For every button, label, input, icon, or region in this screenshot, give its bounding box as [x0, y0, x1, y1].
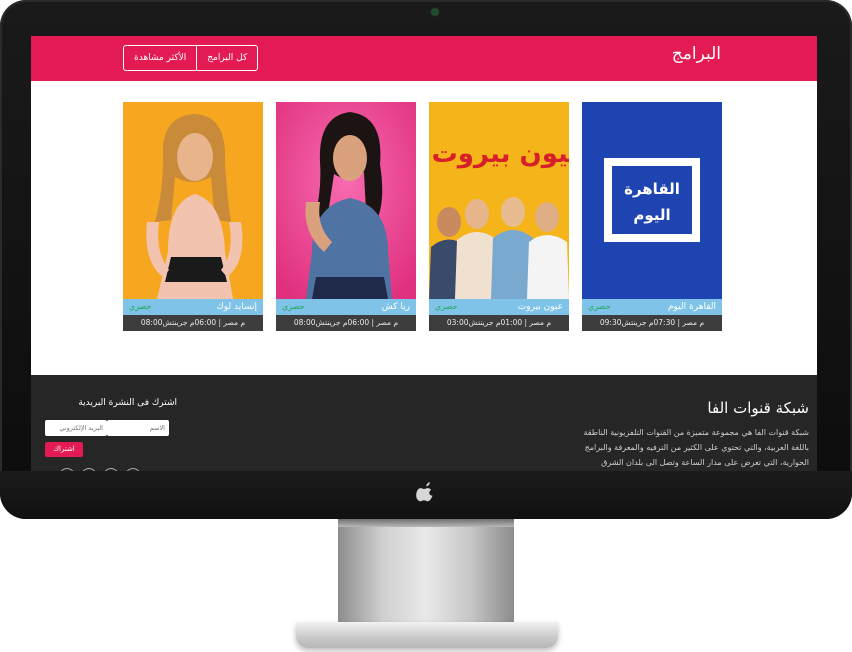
apple-logo-icon [414, 482, 436, 506]
social-icon[interactable] [125, 468, 141, 471]
page-title: البرامج [671, 44, 721, 64]
program-poster[interactable] [276, 102, 416, 299]
program-name-bar: حصري عيون بيروت [429, 299, 569, 315]
exclusive-badge: حصري [435, 302, 458, 311]
program-card[interactable]: القاهرة اليوم حصري القاهرة اليوم 09:30م … [582, 102, 722, 331]
program-name-bar: حصري القاهرة اليوم [582, 299, 722, 315]
program-name[interactable]: إنسايد لوك [216, 299, 257, 315]
svg-text:اليوم: اليوم [633, 206, 670, 224]
program-time: 03:00م مصر | 01:00م جرينتش [446, 318, 552, 327]
monitor-stand-shadow [338, 519, 514, 527]
screen: البرامج الأكثر مشاهدة كل البرامج حصري إن… [31, 36, 817, 471]
monitor-stand [338, 519, 514, 625]
program-poster[interactable] [123, 102, 263, 299]
newsletter-title: اشترك فى النشرة البريدية [78, 398, 177, 408]
program-card[interactable]: حصري ريا كش 08:00م مصر | 06:00م جرينتش [276, 102, 416, 331]
filter-tab-group: الأكثر مشاهدة كل البرامج [123, 45, 259, 71]
social-icon[interactable] [103, 468, 119, 471]
monitor-base [296, 622, 558, 648]
social-icon[interactable] [59, 468, 75, 471]
program-poster[interactable]: عيون بيروت [429, 102, 569, 299]
program-name-bar: حصري إنسايد لوك [123, 299, 263, 315]
header-bar: البرامج الأكثر مشاهدة كل البرامج [31, 36, 817, 81]
site-footer: شبكة قنوات الفا شبكة قنوات الفا هي مجموع… [31, 375, 817, 471]
program-time: 09:30م مصر | 07:30م جرينتش [599, 318, 705, 327]
program-card[interactable]: عيون بيروت حصري عيون بيروت [429, 102, 569, 331]
program-time-bar: 08:00م مصر | 06:00م جرينتش [276, 315, 416, 331]
tab-all-programs[interactable]: كل البرامج [196, 46, 257, 70]
exclusive-badge: حصري [129, 302, 152, 311]
program-time: 08:00م مصر | 06:00م جرينتش [293, 318, 399, 327]
poster-title-text: عيون بيروت [432, 139, 569, 169]
program-grid: حصري إنسايد لوك 08:00م مصر | 06:00م جرين… [123, 102, 723, 332]
footer-description: شبكة قنوات الفا هي مجموعة متميزة من القن… [583, 428, 809, 467]
svg-text:القاهرة: القاهرة [624, 180, 680, 198]
exclusive-badge: حصري [282, 302, 305, 311]
program-card[interactable]: حصري إنسايد لوك 08:00م مصر | 06:00م جرين… [123, 102, 263, 331]
social-icon[interactable] [81, 468, 97, 471]
program-time-bar: 03:00م مصر | 01:00م جرينتش [429, 315, 569, 331]
program-name[interactable]: عيون بيروت [518, 299, 563, 315]
program-time-bar: 08:00م مصر | 06:00م جرينتش [123, 315, 263, 331]
tab-most-watched[interactable]: الأكثر مشاهدة [124, 46, 196, 70]
program-name-bar: حصري ريا كش [276, 299, 416, 315]
camera-dot [432, 9, 438, 15]
subscribe-button[interactable]: اشتراك [45, 442, 83, 457]
footer-title: شبكة قنوات الفا [707, 399, 809, 417]
exclusive-badge: حصري [588, 302, 611, 311]
newsletter-email-input[interactable] [45, 420, 107, 436]
program-poster[interactable]: القاهرة اليوم [582, 102, 722, 299]
program-name[interactable]: ريا كش [382, 299, 410, 315]
program-time-bar: 09:30م مصر | 07:30م جرينتش [582, 315, 722, 331]
program-time: 08:00م مصر | 06:00م جرينتش [140, 318, 246, 327]
newsletter-name-input[interactable] [107, 420, 169, 436]
program-name[interactable]: القاهرة اليوم [668, 299, 716, 315]
